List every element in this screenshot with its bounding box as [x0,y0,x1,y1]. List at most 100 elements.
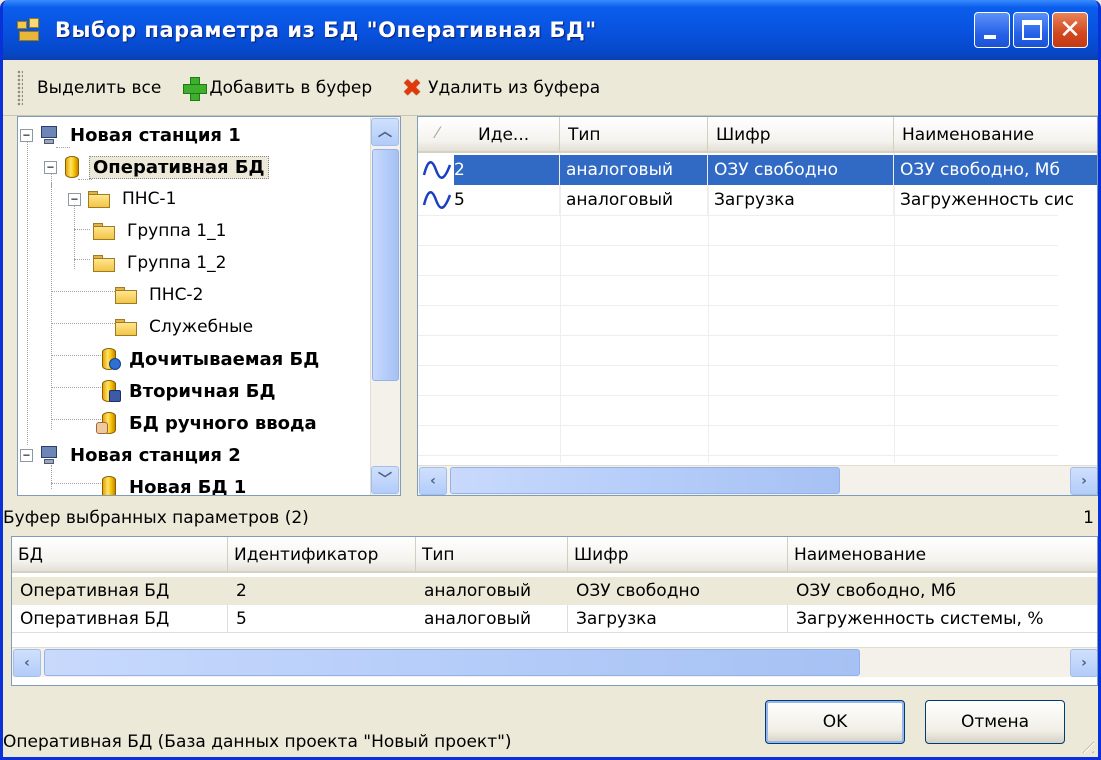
tree-item-station-2[interactable]: − Новая станция 2 [20,439,244,471]
scroll-left-button[interactable]: ‹ [13,649,41,677]
computer-icon [39,124,59,146]
scrollbar-thumb[interactable] [44,649,860,676]
tree-item-label: Группа 1_2 [127,253,227,273]
folder-icon [114,318,138,336]
scroll-up-button[interactable]: ︿ [371,118,399,146]
maximize-button[interactable] [1013,12,1049,48]
table-row[interactable]: Оперативная БД 5 аналоговый Загрузка Заг… [12,605,1097,633]
tree-item-label: Новая БД 1 [129,476,247,496]
parameters-grid[interactable]: Иде... Тип Шифр Наименование ⁄ 2 аналого… [417,116,1098,496]
remove-from-buffer-label: Удалить из буфера [428,77,601,98]
buffer-header: БД Идентификатор Тип Шифр Наименование [12,537,1097,573]
table-row[interactable]: Оперативная БД 2 аналоговый ОЗУ свободно… [12,577,1097,605]
collapse-icon[interactable]: − [20,448,33,462]
add-to-buffer-label: Добавить в буфер [209,77,373,98]
select-all-button[interactable]: Выделить все [37,78,161,98]
column-header-id[interactable]: Иде... [418,117,560,153]
cell-id: 5 [236,609,247,629]
computer-icon [39,444,59,466]
cell-name: Загруженность системы, % [796,609,1044,629]
close-icon: ✕ [1059,15,1081,45]
tree-item-group-1-1[interactable]: Группа 1_1 [92,215,229,247]
cell-code: ОЗУ свободно [708,155,894,185]
database-disk-icon [100,379,121,403]
analog-signal-icon [422,191,452,209]
plus-icon [183,76,208,101]
cell-name: ОЗУ свободно, Мб [894,155,1097,185]
tree-item-group-1-2[interactable]: Группа 1_2 [92,247,229,279]
collapse-icon[interactable]: − [44,160,57,174]
buffer-count: 1 [1083,508,1094,528]
tree-item-service[interactable]: Служебные [114,311,256,343]
scrollbar-thumb[interactable] [372,149,399,381]
tree-item-secondary-db[interactable]: Вторичная БД [100,375,279,407]
resize-grip[interactable] [1076,735,1094,753]
cancel-button[interactable]: Отмена [925,700,1065,744]
cell-type: аналоговый [560,185,708,215]
tree-item-manual-db[interactable]: БД ручного ввода [96,407,320,439]
tree-item-new-db-1[interactable]: Новая БД 1 [100,471,249,496]
grid-horizontal-scrollbar[interactable]: ‹ › [418,465,1097,495]
add-to-buffer-button[interactable]: Добавить в буфер [183,76,373,101]
tree-item-pns-2[interactable]: ПНС-2 [114,279,206,311]
column-header-code[interactable]: Шифр [568,537,788,573]
cell-code: Загрузка [708,185,894,215]
window-title: Выбор параметра из БД "Оперативная БД" [55,18,597,42]
cell-code: ОЗУ свободно [576,581,700,601]
remove-from-buffer-button[interactable]: ✖ Удалить из буфера [400,76,600,100]
delete-icon: ✖ [402,73,423,102]
select-all-label: Выделить все [37,77,162,98]
scroll-right-button[interactable]: › [1070,467,1097,495]
tree-item-operative-db[interactable]: − Оперативная БД [44,151,269,183]
scroll-down-button[interactable]: ﹀ [371,466,399,494]
minimize-button[interactable] [974,12,1010,48]
tree-item-label: БД ручного ввода [129,412,317,434]
column-header-name[interactable]: Наименование [788,537,1097,573]
database-gear-icon [100,347,121,371]
tree-item-label: ПНС-1 [122,189,177,209]
table-row[interactable]: 2 аналоговый ОЗУ свободно ОЗУ свободно, … [418,155,1097,185]
cell-code: Загрузка [568,605,788,633]
column-header-identifier[interactable]: Идентификатор [228,537,416,573]
tree-item-label: Оперативная БД [89,155,269,179]
close-button[interactable]: ✕ [1052,12,1088,48]
folder-icon [114,286,138,304]
scroll-left-button[interactable]: ‹ [419,467,447,495]
column-header-type[interactable]: Тип [560,117,708,153]
cell-type: аналоговый [424,581,532,601]
database-icon [100,475,118,495]
table-row[interactable]: 5 аналоговый Загрузка Загруженность сис [418,185,1097,215]
tree-vertical-scrollbar[interactable]: ︿ ﹀ [370,117,400,495]
folder-icon [92,222,116,240]
toolbar-grip[interactable] [17,69,23,106]
tree-item-pns-1[interactable]: − ПНС-1 [68,183,179,215]
buffer-grid[interactable]: БД Идентификатор Тип Шифр Наименование О… [11,536,1098,686]
column-header-db[interactable]: БД [12,537,228,573]
scroll-right-button[interactable]: › [1070,649,1097,677]
toolbar: Выделить все Добавить в буфер ✖ Удалить … [3,60,1098,116]
database-icon [63,155,81,179]
tree-item-label: Новая станция 2 [70,444,241,466]
sort-icon: ⁄ [436,123,439,142]
database-tree[interactable]: − Новая станция 1 − Оперативная БД − ПНС… [17,116,401,496]
tree-item-readback-db[interactable]: Дочитываемая БД [100,343,322,375]
status-text: Оперативная БД (База данных проекта "Нов… [3,732,512,752]
cell-name: Загруженность сис [894,185,1097,215]
tree-item-label: Служебные [149,317,254,337]
collapse-icon[interactable]: − [68,192,81,206]
minimize-icon [984,35,996,39]
column-header-type[interactable]: Тип [416,537,568,573]
collapse-icon[interactable]: − [20,128,33,142]
scrollbar-thumb[interactable] [450,467,840,494]
cell-id: 5 [454,185,560,215]
cell-name: ОЗУ свободно, Мб [796,581,956,601]
column-header-name[interactable]: Наименование [894,117,1097,153]
tree-item-station-1[interactable]: − Новая станция 1 [20,119,244,151]
cell-type: аналоговый [560,155,708,185]
ok-button[interactable]: OK [765,700,905,744]
column-header-code[interactable]: Шифр [708,117,894,153]
buffer-horizontal-scrollbar[interactable]: ‹ › [12,647,1097,677]
cell-type: аналоговый [416,605,568,633]
title-bar[interactable]: Выбор параметра из БД "Оперативная БД" ✕ [3,0,1098,60]
app-icon [17,18,41,42]
